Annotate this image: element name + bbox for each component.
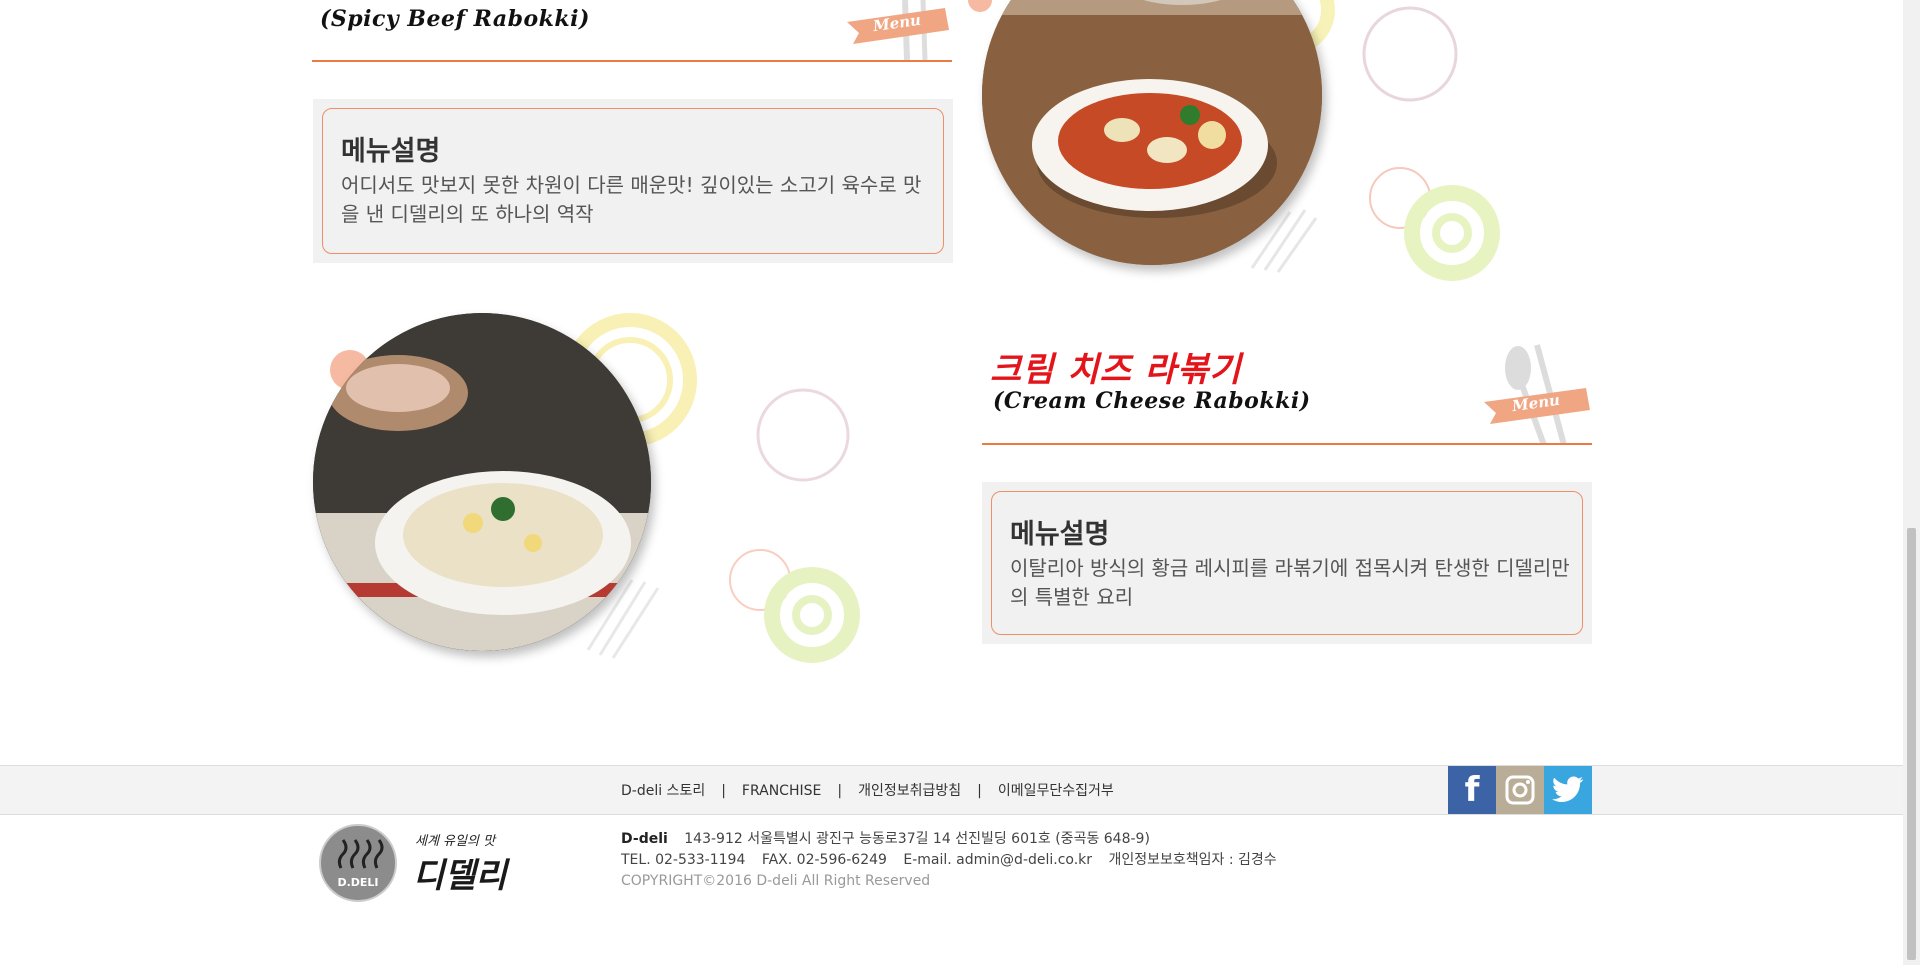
footer-address-line: D-deli 143-912 서울특별시 광진구 능동로37길 14 선진빌딩 … [621, 829, 1277, 850]
menu2-title: 크림 치즈 라볶기 [990, 350, 1242, 390]
footer-tel: TEL. 02-533-1194 [621, 852, 746, 868]
menu1-description-box: 메뉴설명 어디서도 맛보지 못한 차원이 다른 매운맛! 깊이있는 소고기 육수… [313, 99, 953, 263]
twitter-icon [1552, 776, 1584, 802]
instagram-button[interactable] [1496, 766, 1544, 814]
cream-cheese-rabokki-photo [313, 313, 651, 651]
menu1-description-text: 어디서도 맛보지 못한 차원이 다른 매운맛! 깊이있는 소고기 육수로 맛을 … [341, 173, 922, 226]
menu2-badge: Menu [1482, 340, 1592, 447]
logo-badge-text: D.DELI [337, 876, 379, 889]
footer-link-story[interactable]: D-deli 스토리 [621, 783, 705, 799]
facebook-icon: f [1464, 770, 1480, 810]
footer-brand: D-deli [621, 831, 668, 847]
menu2-divider [982, 443, 1592, 445]
logo-emblem: D.DELI [319, 824, 397, 902]
footer-fax: FAX. 02-596-6249 [761, 852, 887, 868]
menu2-description-title: 메뉴설명 [1010, 519, 1110, 550]
footer-link-privacy-policy[interactable]: 개인정보취급방침 [858, 783, 961, 799]
steam-icon [337, 839, 384, 869]
footer-contact-line: TEL. 02-533-1194 FAX. 02-596-6249 E-mail… [621, 850, 1277, 871]
footer-link-franchise[interactable]: FRANCHISE [742, 783, 821, 799]
menu2-description-box: 메뉴설명 이탈리아 방식의 황금 레시피를 라볶기에 접목시켜 탄생한 디델리만… [982, 482, 1592, 644]
footer-link-email-refusal[interactable]: 이메일무단수집거부 [998, 783, 1114, 799]
menu1-subtitle: (Spicy Beef Rabokki) [320, 6, 590, 32]
menu2-subtitle: (Cream Cheese Rabokki) [993, 388, 1311, 414]
footer-email: E-mail. admin@d-deli.co.kr [903, 852, 1093, 868]
footer-copyright: COPYRIGHT©2016 D-deli All Right Reserved [621, 873, 931, 889]
facebook-button[interactable]: f [1448, 766, 1496, 814]
menu2-description-text: 이탈리아 방식의 황금 레시피를 라볶기에 접목시켜 탄생한 디델리만의 특별한… [1010, 556, 1570, 609]
menu1-description-title: 메뉴설명 [341, 136, 441, 167]
footer-links: D-deli 스토리 | FRANCHISE | 개인정보취급방침 | 이메일무단수집거부 [621, 783, 1114, 799]
footer-address: 143-912 서울특별시 광진구 능동로37길 14 선진빌딩 601호 (중… [684, 831, 1150, 847]
instagram-icon [1505, 775, 1535, 805]
scrollbar-thumb[interactable] [1907, 528, 1916, 960]
twitter-button[interactable] [1544, 766, 1592, 814]
footer-privacy-officer: 개인정보보호책임자 : 김경수 [1108, 852, 1277, 868]
fork-spoon-icon [1484, 344, 1590, 447]
footer-logo[interactable]: D.DELI 세계 유일의 맛 디델리 [315, 822, 515, 904]
logo-name: 디델리 [413, 856, 507, 896]
logo-tagline: 세계 유일의 맛 [415, 834, 496, 849]
footer-info: D-deli 143-912 서울특별시 광진구 능동로37길 14 선진빌딩 … [621, 829, 1277, 892]
menu1-divider [312, 60, 952, 62]
menu1-badge: Menu [845, 0, 955, 61]
